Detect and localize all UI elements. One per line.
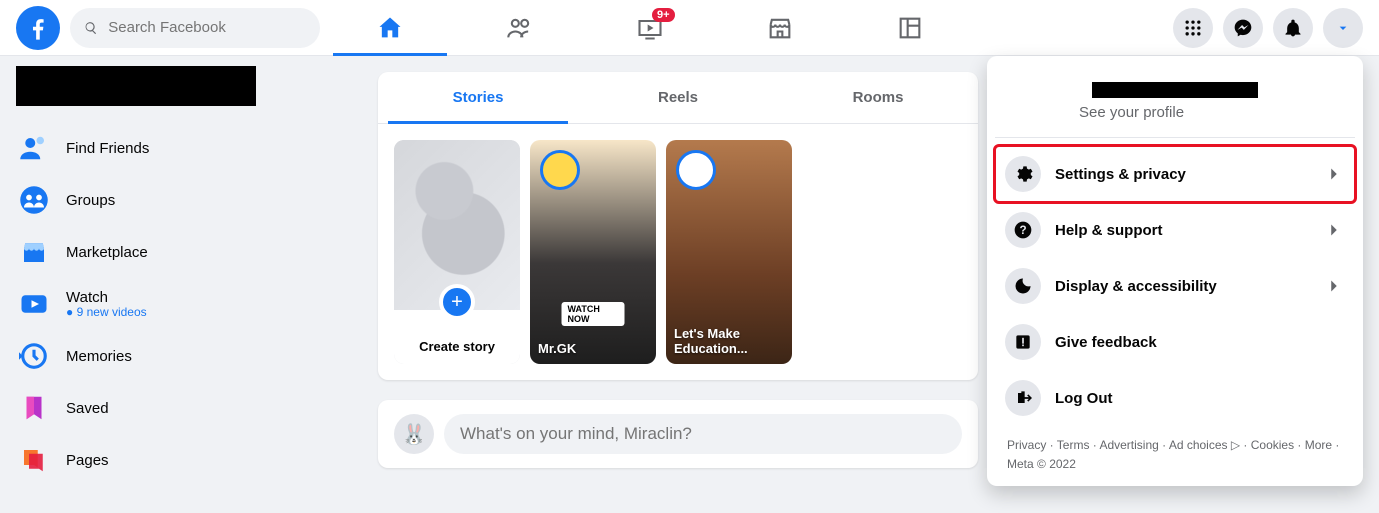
- center-navigation: 9+: [325, 0, 975, 56]
- nav-watch[interactable]: 9+: [585, 0, 715, 56]
- sidebar-item-label: Watch: [66, 289, 108, 306]
- profile-name-redacted[interactable]: [16, 66, 256, 106]
- menu-profile-row[interactable]: See your profile: [995, 66, 1355, 138]
- search-box[interactable]: [70, 8, 320, 48]
- nav-marketplace[interactable]: [715, 0, 845, 56]
- svg-text:?: ?: [1019, 224, 1026, 237]
- find-friends-icon: [16, 130, 52, 166]
- facebook-logo[interactable]: [16, 6, 60, 50]
- stories-card: Stories Reels Rooms + Create story WATCH…: [378, 72, 978, 380]
- watch-badge: 9+: [652, 8, 675, 22]
- header-right-icons: [1173, 8, 1363, 48]
- plus-icon: +: [439, 284, 475, 320]
- bell-icon: [1283, 18, 1303, 38]
- moon-icon: [1005, 268, 1041, 304]
- composer-card: 🐰: [378, 400, 978, 468]
- tab-reels[interactable]: Reels: [578, 72, 778, 123]
- sidebar-item-subtitle: 9 new videos: [66, 305, 147, 319]
- chevron-right-icon: [1323, 219, 1345, 241]
- store-icon: [766, 14, 794, 42]
- watch-now-tag: WATCH NOW: [562, 302, 625, 326]
- facebook-f-icon: [24, 14, 52, 42]
- menu-item-label: Log Out: [1055, 390, 1112, 407]
- sidebar-marketplace[interactable]: Marketplace: [8, 226, 352, 278]
- search-input[interactable]: [108, 19, 306, 36]
- sidebar-pages[interactable]: Pages: [8, 434, 352, 486]
- account-menu-panel: See your profile Settings & privacy ? He…: [987, 56, 1363, 486]
- messenger-button[interactable]: [1223, 8, 1263, 48]
- stories-row: + Create story WATCH NOW Mr.GK Let's Mak…: [378, 124, 978, 380]
- logout-icon: [1005, 380, 1041, 416]
- saved-icon: [16, 390, 52, 426]
- story-card[interactable]: WATCH NOW Mr.GK: [530, 140, 656, 364]
- account-menu-button[interactable]: [1323, 8, 1363, 48]
- sidebar-watch[interactable]: Watch 9 new videos: [8, 278, 352, 330]
- menu-log-out[interactable]: Log Out: [995, 370, 1355, 426]
- messenger-icon: [1233, 18, 1253, 38]
- marketplace-icon: [16, 234, 52, 270]
- pages-icon: [16, 442, 52, 478]
- tab-rooms[interactable]: Rooms: [778, 72, 978, 123]
- sidebar-find-friends[interactable]: Find Friends: [8, 122, 352, 174]
- create-story-card[interactable]: + Create story: [394, 140, 520, 364]
- story-avatar-ring: [676, 150, 716, 190]
- chevron-right-icon: [1323, 275, 1345, 297]
- nav-gaming[interactable]: [845, 0, 975, 56]
- sidebar-saved[interactable]: Saved: [8, 382, 352, 434]
- top-bar: 9+: [0, 0, 1379, 56]
- help-icon: ?: [1005, 212, 1041, 248]
- profile-name-redacted: [1092, 82, 1258, 98]
- sidebar-memories[interactable]: Memories: [8, 330, 352, 382]
- memories-icon: [16, 338, 52, 374]
- tab-stories[interactable]: Stories: [378, 72, 578, 123]
- feedback-icon: [1005, 324, 1041, 360]
- home-icon: [376, 14, 404, 42]
- menu-grid-button[interactable]: [1173, 8, 1213, 48]
- nav-home[interactable]: [325, 0, 455, 56]
- menu-item-label: Display & accessibility: [1055, 278, 1217, 295]
- nav-friends[interactable]: [455, 0, 585, 56]
- stories-tabs: Stories Reels Rooms: [378, 72, 978, 124]
- sidebar-item-label: Find Friends: [66, 140, 149, 157]
- sidebar-groups[interactable]: Groups: [8, 174, 352, 226]
- story-name-label: Mr.GK: [538, 341, 648, 356]
- gear-icon: [1005, 156, 1041, 192]
- sidebar-item-label: Memories: [66, 348, 132, 365]
- see-your-profile-label: See your profile: [1007, 104, 1343, 121]
- menu-give-feedback[interactable]: Give feedback: [995, 314, 1355, 370]
- menu-display-accessibility[interactable]: Display & accessibility: [995, 258, 1355, 314]
- gaming-icon: [896, 14, 924, 42]
- story-avatar-ring: [540, 150, 580, 190]
- user-avatar[interactable]: 🐰: [394, 414, 434, 454]
- notifications-button[interactable]: [1273, 8, 1313, 48]
- sidebar-item-label: Saved: [66, 400, 109, 417]
- groups-icon: [16, 182, 52, 218]
- left-sidebar: Find Friends Groups Marketplace Watch 9 …: [0, 56, 360, 496]
- sidebar-item-label: Marketplace: [66, 244, 148, 261]
- menu-help-support[interactable]: ? Help & support: [995, 202, 1355, 258]
- story-card[interactable]: Let's Make Education...: [666, 140, 792, 364]
- sidebar-item-label: Groups: [66, 192, 115, 209]
- composer-input[interactable]: [444, 414, 962, 454]
- chevron-right-icon: [1323, 163, 1345, 185]
- menu-item-label: Give feedback: [1055, 334, 1157, 351]
- search-icon: [84, 20, 98, 36]
- menu-item-label: Settings & privacy: [1055, 166, 1186, 183]
- main-column: Stories Reels Rooms + Create story WATCH…: [378, 72, 978, 488]
- sidebar-item-label: Pages: [66, 452, 109, 469]
- caret-down-icon: [1335, 20, 1351, 36]
- menu-item-label: Help & support: [1055, 222, 1163, 239]
- story-name-label: Let's Make Education...: [674, 326, 784, 356]
- menu-settings-privacy[interactable]: Settings & privacy: [995, 146, 1355, 202]
- watch-icon: [16, 286, 52, 322]
- menu-footer-links[interactable]: Privacy · Terms · Advertising · Ad choic…: [995, 426, 1355, 474]
- friends-icon: [506, 14, 534, 42]
- grid-icon: [1183, 18, 1203, 38]
